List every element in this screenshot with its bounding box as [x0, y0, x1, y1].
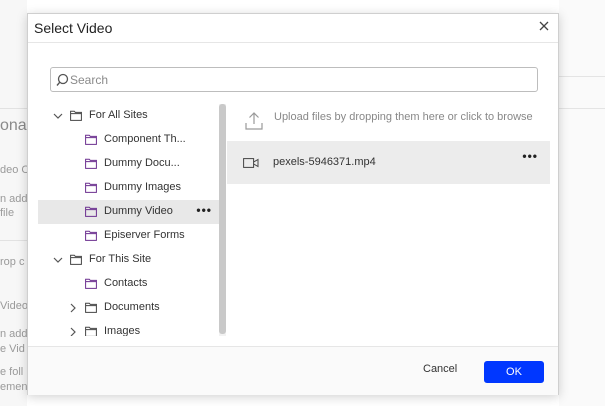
chevron-down-icon[interactable] [53, 111, 63, 121]
tree-item-label: Episerver Forms [104, 229, 185, 241]
background-divider [0, 108, 27, 109]
tree-item-label: Dummy Images [104, 181, 182, 193]
folder-open-icon [70, 254, 82, 265]
background-text-fragment: rop c [0, 256, 25, 268]
close-icon [539, 21, 549, 31]
folder-icon [85, 206, 97, 217]
folder-icon [85, 230, 97, 241]
background-text-fragment: n add [0, 193, 28, 205]
tree-item-label: Dummy Video [104, 205, 173, 217]
search-input[interactable] [70, 70, 530, 89]
tree-item-documents[interactable]: Documents [38, 296, 220, 320]
folder-icon [85, 158, 97, 169]
tree-item-label: For All Sites [89, 109, 148, 121]
tree-item-dummy-documents[interactable]: Dummy Docu... [38, 152, 220, 176]
file-more-options-button[interactable]: ••• [522, 149, 538, 163]
tree-item-label: Component Th... [104, 133, 186, 145]
folder-icon [85, 302, 97, 313]
background-text-fragment: emen [0, 381, 28, 393]
upload-icon [245, 112, 263, 130]
tree-item-dummy-images[interactable]: Dummy Images [38, 176, 220, 200]
folder-icon [85, 278, 97, 289]
file-item[interactable]: pexels-5946371.mp4 ••• [227, 141, 550, 184]
video-icon [243, 158, 259, 168]
chevron-right-icon[interactable] [68, 303, 78, 313]
folder-icon [85, 182, 97, 193]
upload-instructions: Upload files by dropping them here or cl… [274, 111, 533, 123]
tree-item-for-all-sites[interactable]: For All Sites [38, 104, 220, 128]
background-text-fragment: deo C [0, 164, 30, 176]
tree-item-for-this-site[interactable]: For This Site [38, 248, 220, 272]
select-video-dialog: Select Video For All Sites Component Th.… [27, 13, 559, 395]
file-name: pexels-5946371.mp4 [273, 156, 376, 168]
background-text-fragment: n add [0, 328, 28, 340]
folder-icon [85, 326, 97, 336]
tree-item-contacts[interactable]: Contacts [38, 272, 220, 296]
tree-item-label: Dummy Docu... [104, 157, 180, 169]
tree-item-label: Documents [104, 301, 160, 313]
tree-item-label: Images [104, 325, 141, 336]
dialog-footer: Cancel OK [28, 346, 558, 395]
dialog-title: Select Video [34, 20, 113, 36]
dialog-header: Select Video [28, 14, 558, 43]
ok-button[interactable]: OK [484, 361, 544, 383]
background-text-fragment: Video [0, 300, 28, 312]
tree-item-component-themes[interactable]: Component Th... [38, 128, 220, 152]
folder-tree: For All Sites Component Th... Dummy Docu… [38, 104, 220, 336]
tree-item-dummy-video[interactable]: Dummy Video ••• [38, 200, 220, 224]
tree-item-episerver-forms[interactable]: Episerver Forms [38, 224, 220, 248]
tree-scrollbar-thumb[interactable] [219, 104, 226, 334]
upload-dropzone[interactable]: Upload files by dropping them here or cl… [241, 109, 551, 137]
folder-open-icon [70, 110, 82, 121]
background-text-fragment: file [0, 207, 15, 219]
search-icon [56, 73, 69, 86]
tree-item-images[interactable]: Images [38, 320, 220, 336]
search-box[interactable] [50, 67, 538, 92]
background-text-fragment: e Vid [0, 343, 25, 355]
chevron-right-icon[interactable] [68, 327, 78, 336]
tree-item-label: For This Site [89, 253, 152, 265]
background-text-fragment: e foll [0, 366, 24, 378]
background-divider [0, 240, 27, 241]
background-title-fragment: onal [0, 117, 31, 134]
folder-icon [85, 134, 97, 145]
cancel-button[interactable]: Cancel [423, 363, 457, 375]
tree-item-label: Contacts [104, 277, 148, 289]
chevron-down-icon[interactable] [53, 255, 63, 265]
close-button[interactable] [536, 18, 552, 34]
more-options-button[interactable]: ••• [196, 203, 212, 217]
background-divider [559, 108, 605, 109]
background-divider [559, 76, 605, 77]
background-right-panel [559, 0, 605, 406]
